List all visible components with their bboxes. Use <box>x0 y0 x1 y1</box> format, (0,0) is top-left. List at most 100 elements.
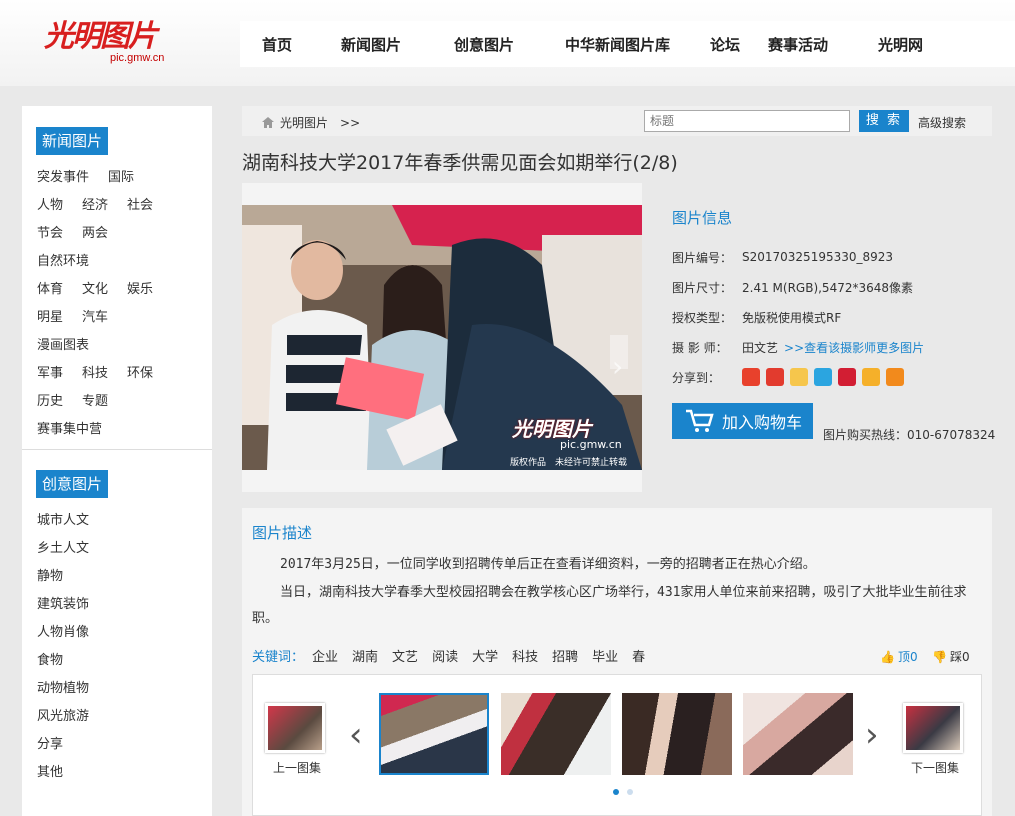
sidebar-item[interactable]: 动物植物 <box>37 677 89 696</box>
gallery-image <box>622 693 732 775</box>
chevron-right-icon[interactable]: › <box>865 715 879 755</box>
sidebar-item[interactable]: 明星 <box>37 306 63 325</box>
sidebar-creative-list: 城市人文 乡土人文 静物 建筑装饰 人物肖像 食物 动物植物 风光旅游 分享 其… <box>37 504 212 784</box>
qzone-icon[interactable] <box>766 368 784 386</box>
breadcrumb-bar: 光明图片 >> 搜 索 高级搜索 <box>242 106 992 136</box>
gallery-image <box>743 693 853 775</box>
sidebar-item[interactable]: 专题 <box>82 390 108 409</box>
gallery-thumb[interactable] <box>501 693 611 775</box>
thumbs-up-icon: 👍 <box>880 649 895 664</box>
share-icons <box>742 368 904 386</box>
pager-dot[interactable] <box>627 789 633 795</box>
sidebar-item[interactable]: 文化 <box>82 278 108 297</box>
main-nav: 首页 新闻图片 创意图片 中华新闻图片库 论坛 赛事活动 光明网 <box>240 21 1015 67</box>
next-gallery-thumb[interactable] <box>903 703 963 753</box>
prev-gallery-image <box>268 706 322 750</box>
sidebar-item[interactable]: 经济 <box>82 194 108 213</box>
wechat-icon[interactable] <box>814 368 832 386</box>
photographer-more-link[interactable]: >>查看该摄影师更多图片 <box>784 339 924 356</box>
sidebar-item[interactable]: 风光旅游 <box>37 705 89 724</box>
sidebar-item[interactable]: 静物 <box>37 565 63 584</box>
nav-item-forum[interactable]: 论坛 <box>710 34 740 55</box>
keyword-tag[interactable]: 阅读 <box>432 646 458 665</box>
sidebar-item[interactable]: 历史 <box>37 390 63 409</box>
breadcrumb-home[interactable]: 光明图片 <box>280 114 328 131</box>
gallery-thumb-selected[interactable] <box>379 693 489 775</box>
keyword-tag[interactable]: 大学 <box>472 646 498 665</box>
sidebar-item[interactable]: 两会 <box>82 222 108 241</box>
downvote-button[interactable]: 👎 踩0 <box>932 648 970 665</box>
search-input[interactable] <box>644 110 850 132</box>
sidebar-item[interactable]: 汽车 <box>82 306 108 325</box>
chevron-left-icon[interactable]: ‹ <box>349 715 363 755</box>
photographer-label: 摄 影 师： <box>672 340 728 355</box>
nav-item-photo-library[interactable]: 中华新闻图片库 <box>565 34 670 55</box>
sidebar-item[interactable]: 赛事集中营 <box>37 418 102 437</box>
sidebar-heading-news[interactable]: 新闻图片 <box>36 127 109 155</box>
next-gallery-label[interactable]: 下一图集 <box>911 759 959 776</box>
keyword-tag[interactable]: 科技 <box>512 646 538 665</box>
keyword-tag[interactable]: 毕业 <box>592 646 618 665</box>
downvote-label: 踩0 <box>949 650 970 664</box>
sidebar-item[interactable]: 突发事件 <box>37 166 89 185</box>
douban-icon[interactable] <box>886 368 904 386</box>
renren-icon[interactable] <box>838 368 856 386</box>
keyword-tag[interactable]: 文艺 <box>392 646 418 665</box>
gallery-thumb[interactable] <box>622 693 732 775</box>
photographer-name[interactable]: 田文艺 <box>742 339 778 356</box>
breadcrumb-separator: >> <box>340 115 361 130</box>
add-to-cart-label: 加入购物车 <box>722 413 803 432</box>
sidebar-item[interactable]: 漫画图表 <box>37 334 89 353</box>
site-logo[interactable]: 光明图片 pic.gmw.cn <box>44 20 174 70</box>
prev-gallery-thumb[interactable] <box>265 703 325 753</box>
add-to-cart-button[interactable]: 加入购物车 <box>672 403 813 439</box>
baidu-icon[interactable] <box>862 368 880 386</box>
sina-icon[interactable] <box>742 368 760 386</box>
nav-item-events[interactable]: 赛事活动 <box>768 34 828 55</box>
sidebar-item[interactable]: 国际 <box>108 166 134 185</box>
sidebar-item[interactable]: 食物 <box>37 649 63 668</box>
sidebar-item[interactable]: 分享 <box>37 733 63 752</box>
description-paragraph-2: 当日，湖南科技大学春季大型校园招聘会在教学核心区广场举行，431家用人单位来前来… <box>252 585 967 626</box>
main-photo[interactable]: 光明图片 pic.gmw.cn 版权作品 未经许可禁止转载 › <box>242 205 642 470</box>
search-button[interactable]: 搜 索 <box>859 110 909 132</box>
gallery-strip: 上一图集 ‹ › 下一图集 <box>252 674 982 816</box>
sidebar-item[interactable]: 体育 <box>37 278 63 297</box>
sidebar-item[interactable]: 其他 <box>37 761 63 780</box>
keywords-label: 关键词： <box>252 650 305 665</box>
sidebar-item[interactable]: 自然环境 <box>37 250 89 269</box>
nav-item-creative-photos[interactable]: 创意图片 <box>454 34 514 55</box>
weibo-icon[interactable] <box>790 368 808 386</box>
sidebar-item[interactable]: 环保 <box>127 362 153 381</box>
upvote-button[interactable]: 👍 顶0 <box>880 648 918 665</box>
nav-item-gmw[interactable]: 光明网 <box>878 34 923 55</box>
keyword-tag[interactable]: 企业 <box>312 646 338 665</box>
nav-item-home[interactable]: 首页 <box>262 34 292 55</box>
keyword-tag[interactable]: 招聘 <box>552 646 578 665</box>
sidebar-item[interactable]: 乡土人文 <box>37 537 89 556</box>
advanced-search-link[interactable]: 高级搜索 <box>918 114 966 131</box>
sidebar-item[interactable]: 社会 <box>127 194 153 213</box>
keyword-tag[interactable]: 湖南 <box>352 646 378 665</box>
sidebar-item[interactable]: 节会 <box>37 222 63 241</box>
prev-gallery-label[interactable]: 上一图集 <box>273 759 321 776</box>
keywords: 关键词： 企业 湖南 文艺 阅读 大学 科技 招聘 毕业 春 <box>252 646 659 665</box>
gallery-image <box>381 695 487 773</box>
photo-info: 图片信息 图片编号： S20170325195330_8923 图片尺寸： 2.41… <box>672 207 992 392</box>
upvote-label: 顶0 <box>897 650 918 664</box>
sidebar-item[interactable]: 人物肖像 <box>37 621 89 640</box>
sidebar-heading-creative[interactable]: 创意图片 <box>36 470 109 498</box>
gallery-thumb[interactable] <box>743 693 853 775</box>
chevron-right-icon[interactable]: › <box>612 350 623 383</box>
sidebar-item[interactable]: 建筑装饰 <box>37 593 89 612</box>
pager-dot-active[interactable] <box>613 789 619 795</box>
license-label: 授权类型： <box>672 310 733 325</box>
sidebar-item[interactable]: 军事 <box>37 362 63 381</box>
sidebar-item[interactable]: 城市人文 <box>37 509 89 528</box>
sidebar-item[interactable]: 娱乐 <box>127 278 153 297</box>
nav-item-news-photos[interactable]: 新闻图片 <box>341 34 401 55</box>
sidebar-item[interactable]: 人物 <box>37 194 63 213</box>
sidebar-item[interactable]: 科技 <box>82 362 108 381</box>
main-content: 光明图片 >> 搜 索 高级搜索 湖南科技大学2017年春季供需见面会如期举行(… <box>242 106 995 816</box>
keyword-tag[interactable]: 春 <box>632 646 645 665</box>
